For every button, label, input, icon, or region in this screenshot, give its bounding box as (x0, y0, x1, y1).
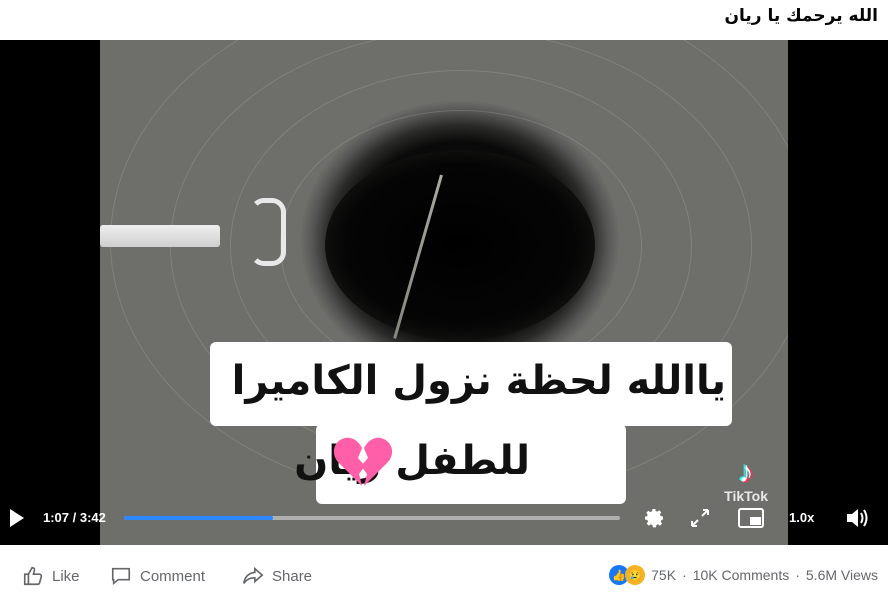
volume-icon[interactable] (845, 507, 871, 529)
stats-separator: · (795, 567, 800, 583)
expand-icon[interactable] (690, 508, 710, 528)
comment-label: Comment (140, 567, 206, 585)
view-count: 5.6M Views (805, 567, 878, 583)
comment-button[interactable]: Comment (110, 565, 205, 587)
overlay-text-line2: للطفل ريان (294, 438, 530, 484)
like-label: Like (52, 567, 80, 585)
like-button[interactable]: Like (22, 565, 80, 587)
share-label: Share (272, 567, 313, 585)
video-time: 1:07 / 3:42 (43, 510, 106, 525)
comment-icon (111, 567, 131, 586)
share-button[interactable]: Share (242, 565, 312, 587)
hook-shape (250, 198, 286, 266)
playback-speed[interactable]: 1.0x (789, 510, 814, 525)
share-icon (243, 566, 264, 584)
video-frame: ياالله لحظة نزول الكاميرا للطفل ريان ♪ T… (100, 40, 788, 545)
post-stats: 👍 😢 75K · 10K Comments · 5.6M Views (609, 565, 878, 585)
comment-count[interactable]: 10K Comments (693, 567, 789, 583)
stats-separator: · (682, 567, 687, 583)
post-action-bar: Like Comment Share 👍 😢 75K · 10K Comment… (0, 556, 888, 592)
sad-reaction-icon: 😢 (625, 565, 646, 585)
video-player[interactable]: ياالله لحظة نزول الكاميرا للطفل ريان ♪ T… (0, 40, 888, 545)
gear-icon[interactable] (642, 506, 666, 530)
thumbs-up-icon (23, 566, 43, 586)
well-opening (325, 150, 595, 340)
tiktok-logo-icon: ♪ (738, 456, 754, 489)
progress-fill (124, 516, 273, 520)
metal-rod (100, 225, 220, 247)
play-icon[interactable] (10, 509, 24, 527)
video-controls: 1:07 / 3:42 1.0x (0, 491, 888, 545)
pip-icon[interactable] (738, 508, 764, 528)
reaction-count[interactable]: 75K (651, 567, 676, 583)
broken-heart-emoji (333, 437, 392, 486)
post-caption-area: الله يرحمك يا ريان (0, 0, 888, 40)
post-caption: الله يرحمك يا ريان (724, 6, 878, 26)
overlay-text-line1: ياالله لحظة نزول الكاميرا (231, 358, 726, 404)
progress-track[interactable] (124, 516, 620, 520)
